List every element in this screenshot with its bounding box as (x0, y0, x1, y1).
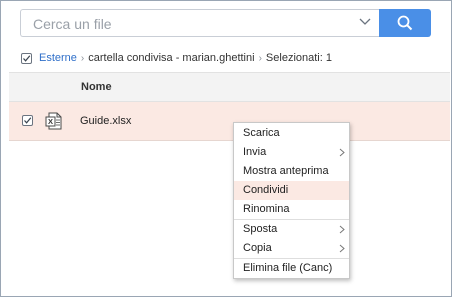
menu-item-move[interactable]: Sposta (234, 220, 349, 239)
breadcrumb-separator-icon: › (258, 52, 262, 64)
chevron-down-icon[interactable] (359, 18, 371, 26)
menu-item-label: Mostra anteprima (243, 165, 329, 177)
search-field[interactable] (20, 9, 379, 37)
context-menu: Scarica Invia Mostra anteprima Condividi… (233, 122, 350, 279)
search-icon (397, 15, 413, 31)
breadcrumb-separator-icon: › (80, 52, 85, 64)
menu-item-download[interactable]: Scarica (234, 124, 349, 143)
column-header-name[interactable]: Nome (81, 81, 112, 93)
svg-text:X: X (48, 117, 53, 126)
menu-item-label: Sposta (243, 223, 278, 235)
menu-item-label: Scarica (243, 127, 280, 139)
menu-item-rename[interactable]: Rinomina (234, 200, 349, 219)
file-name[interactable]: Guide.xlsx (80, 115, 131, 127)
select-all-checkbox[interactable] (21, 52, 32, 64)
menu-item-label: Invia (243, 146, 267, 158)
breadcrumb-root-link[interactable]: Esterne (39, 52, 77, 64)
checkmark-icon (24, 117, 32, 124)
menu-item-share[interactable]: Condividi (234, 181, 349, 200)
menu-item-label: Condividi (243, 184, 289, 196)
breadcrumb: Esterne › cartella condivisa - marian.gh… (21, 50, 332, 66)
search-button[interactable] (379, 9, 431, 37)
menu-item-label: Copia (243, 242, 272, 254)
menu-item-label: Rinomina (243, 203, 290, 215)
menu-item-preview[interactable]: Mostra anteprima (234, 162, 349, 181)
chevron-right-icon (339, 225, 345, 234)
menu-item-label: Elimina file (Canc) (243, 262, 333, 274)
selection-count: Selezionati: 1 (265, 52, 332, 64)
menu-item-delete[interactable]: Elimina file (Canc) (234, 259, 349, 278)
search-bar (20, 9, 431, 37)
breadcrumb-current-folder: cartella condivisa - marian.ghettini (88, 52, 255, 64)
chevron-right-icon (339, 244, 345, 253)
menu-item-copy[interactable]: Copia (234, 239, 349, 258)
row-checkbox[interactable] (22, 115, 33, 126)
menu-item-send[interactable]: Invia (234, 143, 349, 162)
table-row[interactable]: X Guide.xlsx (9, 102, 450, 141)
file-manager-panel: Esterne › cartella condivisa - marian.gh… (0, 0, 452, 297)
table-header: Nome (9, 72, 450, 102)
excel-file-icon: X (45, 112, 62, 130)
checkmark-icon (23, 54, 31, 62)
chevron-right-icon (339, 148, 345, 157)
search-input[interactable] (31, 14, 355, 34)
